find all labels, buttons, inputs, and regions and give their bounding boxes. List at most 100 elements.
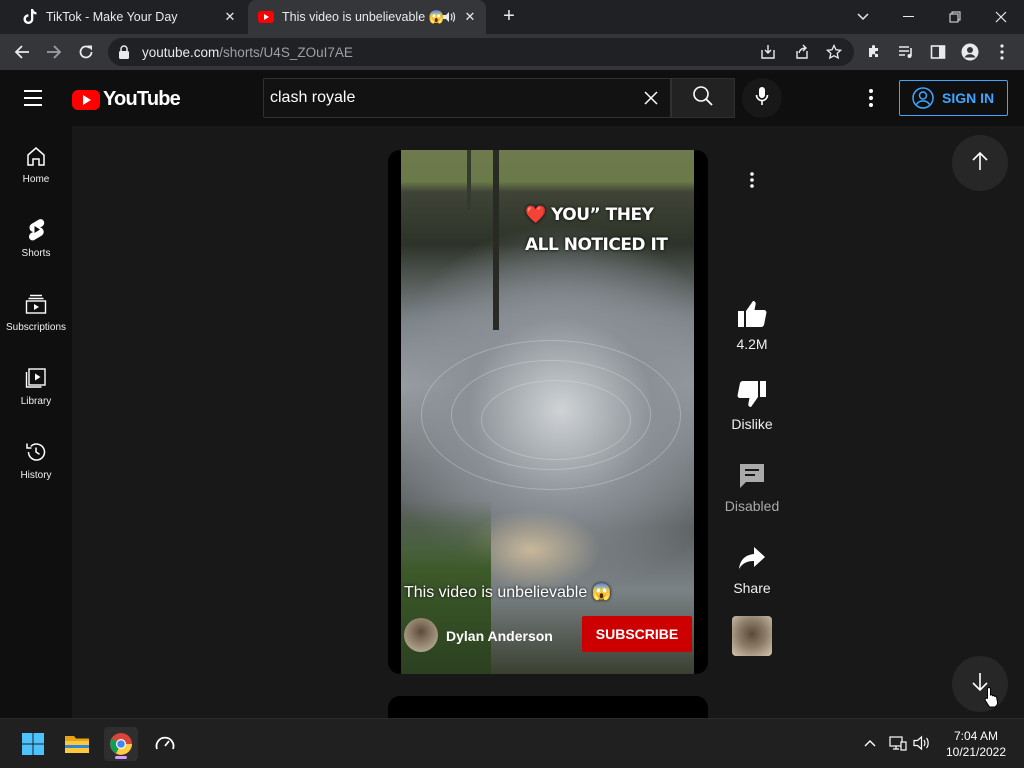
youtube-play-icon (72, 89, 100, 110)
speaker-icon[interactable] (442, 10, 456, 27)
subscribe-button[interactable]: SUBSCRIBE (582, 616, 692, 652)
like-count: 4.2M (736, 336, 768, 352)
overlay-line-2: ALL NOTICED IT (525, 235, 668, 255)
tab-youtube[interactable]: This video is unbelievable 😱 ✕ (248, 0, 486, 34)
hamburger-menu-icon[interactable] (24, 90, 48, 108)
reload-icon[interactable] (74, 40, 98, 64)
address-bar[interactable]: youtube.com/shorts/U4S_ZOuI7AE (108, 38, 854, 66)
like-button[interactable]: 4.2M (712, 298, 792, 352)
share-button[interactable]: Share (712, 542, 792, 596)
youtube-wordmark: YouTube (103, 88, 181, 110)
network-icon[interactable] (888, 733, 908, 753)
settings-more-icon[interactable] (862, 88, 880, 108)
thumbs-up-icon (736, 298, 768, 330)
sidebar-item-history[interactable]: History (0, 422, 72, 492)
sign-in-button[interactable]: SIGN IN (899, 80, 1008, 116)
thumbs-down-icon (736, 378, 768, 410)
new-tab-button[interactable]: + (498, 6, 520, 28)
dislike-label: Dislike (731, 416, 773, 432)
home-icon (24, 144, 48, 168)
short-actions: 4.2M Dislike Disabled Share (712, 150, 792, 674)
arrow-up-icon (971, 151, 989, 176)
close-window-icon[interactable] (978, 0, 1024, 34)
voice-search-button[interactable] (742, 78, 782, 118)
share-arrow-icon (736, 542, 768, 574)
windows-start-icon[interactable] (16, 727, 50, 761)
tab-close-icon[interactable]: ✕ (222, 9, 238, 25)
bookmark-star-icon[interactable] (826, 44, 842, 60)
url-host: youtube.com (142, 45, 220, 60)
shorts-video-player[interactable]: ❤️ YOU” THEY ALL NOTICED IT This video i… (388, 150, 708, 674)
tree-trunk-reflection (467, 150, 471, 210)
youtube-icon (258, 9, 274, 25)
sound-track-avatar[interactable] (732, 616, 772, 656)
search-icon (692, 85, 714, 112)
extensions-puzzle-icon[interactable] (864, 42, 884, 62)
youtube-logo[interactable]: YouTube (72, 88, 181, 111)
overlay-line-1: ❤️ YOU” THEY (525, 205, 654, 225)
more-actions-icon[interactable] (744, 170, 760, 190)
sign-in-label: SIGN IN (942, 90, 995, 106)
mouse-cursor-icon (984, 686, 1000, 713)
sidebar-item-subscriptions[interactable]: Subscriptions (0, 274, 72, 344)
library-icon (24, 366, 48, 390)
search-input[interactable] (270, 87, 630, 109)
sidebar-item-label: Shorts (21, 248, 51, 259)
previous-short-button[interactable] (952, 135, 1008, 191)
file-explorer-icon[interactable] (60, 727, 94, 761)
tab-close-icon[interactable]: ✕ (462, 9, 478, 25)
shorts-icon (24, 218, 48, 242)
clear-search-icon[interactable] (642, 89, 660, 107)
comments-button[interactable]: Disabled (712, 460, 792, 514)
comments-label: Disabled (724, 498, 780, 514)
volume-icon[interactable] (912, 733, 932, 753)
sidebar-item-shorts[interactable]: Shorts (0, 200, 72, 270)
account-circle-icon (912, 87, 934, 109)
active-app-indicator (115, 756, 127, 759)
chrome-menu-icon[interactable] (992, 42, 1012, 62)
sidebar-item-home[interactable]: Home (0, 126, 72, 196)
tab-title: TikTok - Make Your Day (46, 10, 178, 24)
tiktok-icon (22, 9, 38, 25)
profile-avatar-icon[interactable] (960, 42, 980, 62)
microphone-icon (755, 86, 769, 111)
tree-trunk-reflection (493, 150, 499, 330)
install-app-icon[interactable] (760, 44, 776, 60)
back-arrow-icon[interactable] (10, 40, 34, 64)
search-button[interactable] (671, 78, 735, 118)
youtube-header: YouTube SIGN IN (0, 70, 1024, 126)
share-label: Share (733, 580, 771, 596)
show-hidden-icons-chevron-icon[interactable] (860, 733, 880, 753)
forward-arrow-icon[interactable] (42, 40, 66, 64)
system-clock[interactable]: 7:04 AM 10/21/2022 (936, 728, 1016, 760)
tab-search-chevron-icon[interactable] (840, 0, 886, 34)
channel-row: Dylan Anderson SUBSCRIBE (404, 616, 696, 656)
restore-icon[interactable] (932, 0, 978, 34)
speedometer-app-icon[interactable] (148, 727, 182, 761)
channel-avatar[interactable] (404, 618, 438, 652)
water-ripple (421, 340, 681, 490)
sidebar-item-library[interactable]: Library (0, 348, 72, 418)
video-overlay-caption: ❤️ YOU” THEY ALL NOTICED IT (525, 200, 675, 260)
tab-tiktok[interactable]: TikTok - Make Your Day ✕ (12, 0, 246, 34)
history-icon (24, 440, 48, 464)
dislike-button[interactable]: Dislike (712, 378, 792, 432)
media-controls-icon[interactable] (896, 42, 916, 62)
subscriptions-icon (24, 292, 48, 316)
side-panel-icon[interactable] (928, 42, 948, 62)
browser-tab-strip: TikTok - Make Your Day ✕ This video is u… (0, 0, 1024, 34)
sidebar-item-label: Subscriptions (5, 322, 67, 333)
short-title[interactable]: This video is unbelievable 😱 (404, 582, 612, 602)
minimize-icon[interactable] (886, 0, 932, 34)
tab-title: This video is unbelievable 😱 (282, 9, 445, 24)
channel-name[interactable]: Dylan Anderson (446, 628, 553, 644)
share-page-icon[interactable] (794, 44, 810, 60)
lock-icon[interactable] (118, 45, 130, 64)
chrome-taskbar-icon[interactable] (104, 727, 138, 761)
clock-time: 7:04 AM (953, 729, 999, 743)
url-text: youtube.com/shorts/U4S_ZOuI7AE (142, 45, 353, 60)
comment-icon (736, 460, 768, 492)
windows-taskbar: 7:04 AM 10/21/2022 (0, 718, 1024, 768)
clock-date: 10/21/2022 (945, 745, 1007, 759)
url-path: /shorts/U4S_ZOuI7AE (219, 45, 353, 60)
